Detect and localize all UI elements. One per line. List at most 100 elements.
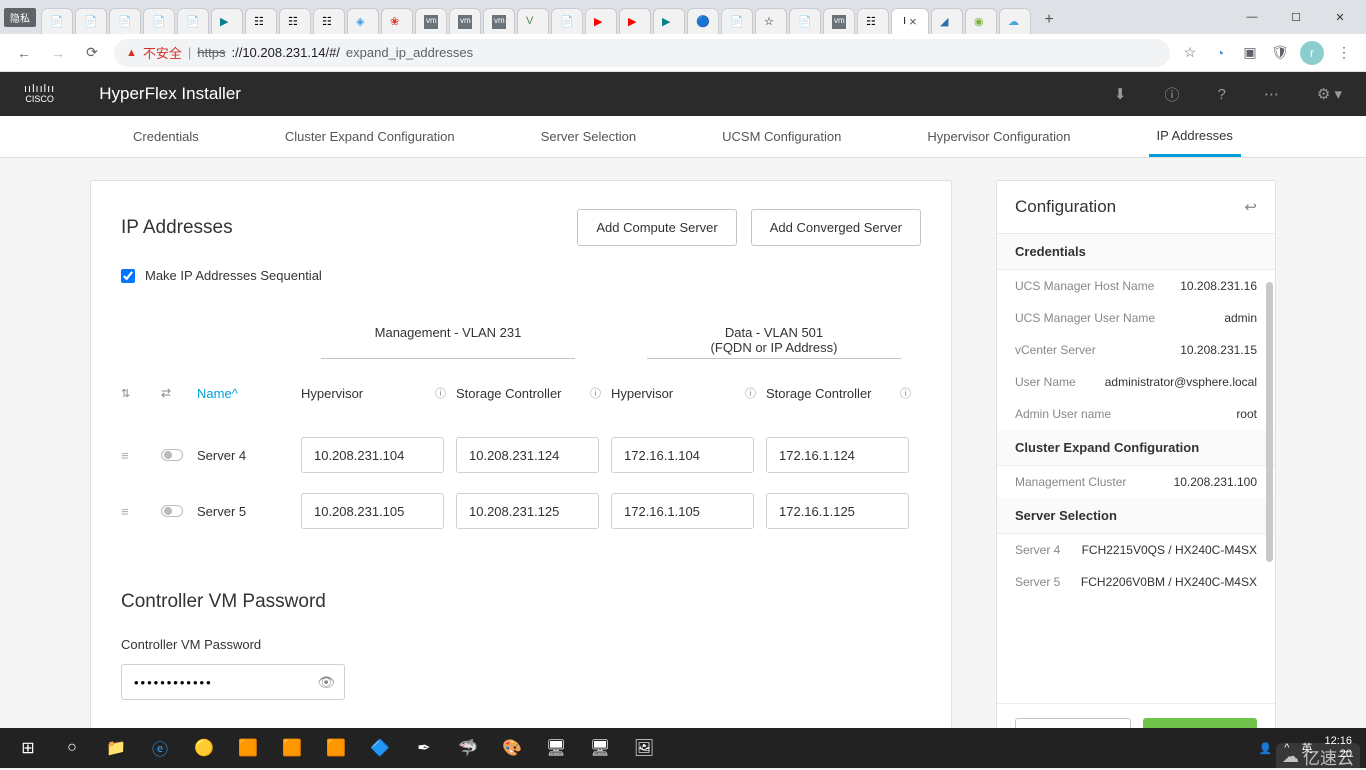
sequential-checkbox-row[interactable]: Make IP Addresses Sequential (121, 268, 921, 283)
tab[interactable]: vm (415, 8, 447, 34)
data-sc-input[interactable] (766, 437, 909, 473)
sort-icon[interactable]: ⇅ (121, 387, 161, 400)
mgmt-hv-input[interactable] (301, 437, 444, 473)
wizard-tab-credentials[interactable]: Credentials (125, 118, 207, 155)
extension-icon[interactable]: ◔ (1210, 43, 1230, 63)
config-collapse-icon[interactable]: ↩ (1244, 198, 1257, 216)
extension-icon[interactable]: ▣ (1240, 43, 1260, 63)
app-icon[interactable]: 🖥 (578, 728, 622, 768)
tab[interactable]: V (517, 8, 549, 34)
app-icon[interactable]: 🖥 (534, 728, 578, 768)
scrollbar[interactable] (1266, 282, 1273, 562)
paint-icon[interactable]: 🎨 (490, 728, 534, 768)
wizard-tab-cluster-expand[interactable]: Cluster Expand Configuration (277, 118, 463, 155)
tab[interactable]: ▶ (653, 8, 685, 34)
drag-handle-icon[interactable]: ≡ (121, 448, 161, 463)
url-input[interactable]: ▲ 不安全 | https://10.208.231.14/#/expand_i… (114, 39, 1170, 67)
minimize-button[interactable]: — (1230, 2, 1274, 32)
wizard-tab-ucsm[interactable]: UCSM Configuration (714, 118, 849, 155)
ie-icon[interactable]: ⓔ (138, 728, 182, 768)
drag-handle-icon[interactable]: ≡ (121, 504, 161, 519)
back-button[interactable]: ← (12, 41, 36, 65)
profile-button[interactable]: r (1300, 41, 1324, 65)
wizard-tab-ip-addresses[interactable]: IP Addresses (1149, 117, 1241, 157)
app-icon[interactable]: 🟧 (226, 728, 270, 768)
mgmt-hv-input[interactable] (301, 493, 444, 529)
tab[interactable]: 🔵 (687, 8, 719, 34)
tab[interactable]: ☷ (245, 8, 277, 34)
data-hv-input[interactable] (611, 493, 754, 529)
wizard-tab-server-selection[interactable]: Server Selection (533, 118, 644, 155)
help-icon[interactable]: ? (1218, 86, 1226, 103)
info-icon[interactable]: ⓘ (1164, 84, 1179, 105)
tab[interactable]: 📄 (41, 8, 73, 34)
controller-vm-password-input[interactable] (121, 664, 345, 700)
tab[interactable]: 📄 (143, 8, 175, 34)
name-header[interactable]: Name^ (197, 386, 301, 401)
sequential-checkbox[interactable] (121, 269, 135, 283)
tab[interactable]: ❀ (381, 8, 413, 34)
chrome-icon[interactable]: 🟡 (182, 728, 226, 768)
add-converged-button[interactable]: Add Converged Server (751, 209, 921, 246)
tab[interactable]: 📄 (789, 8, 821, 34)
row-toggle[interactable] (161, 505, 183, 517)
app-icon[interactable]: 🟧 (314, 728, 358, 768)
tab[interactable]: 📄 (551, 8, 583, 34)
config-row: Management Cluster10.208.231.100 (997, 466, 1275, 498)
close-button[interactable]: ✕ (1318, 2, 1362, 32)
maximize-button[interactable]: ☐ (1274, 2, 1318, 32)
image-icon[interactable]: 🖼 (622, 728, 666, 768)
row-toggle[interactable] (161, 449, 183, 461)
info-icon[interactable]: ⓘ (590, 385, 601, 401)
info-icon[interactable]: ⓘ (745, 385, 756, 401)
tab[interactable]: ▶ (585, 8, 617, 34)
file-explorer-icon[interactable]: 📁 (94, 728, 138, 768)
tab[interactable]: ▶ (211, 8, 243, 34)
tab[interactable]: vm (449, 8, 481, 34)
tab[interactable]: ▶ (619, 8, 651, 34)
star-icon[interactable]: ☆ (1180, 43, 1200, 63)
add-compute-button[interactable]: Add Compute Server (577, 209, 736, 246)
tab[interactable]: ☷ (857, 8, 889, 34)
tab[interactable]: 📄 (721, 8, 753, 34)
wireshark-icon[interactable]: 🦈 (446, 728, 490, 768)
app-icon[interactable]: 🔷 (358, 728, 402, 768)
settings-icon[interactable]: ⚙ ▾ (1317, 85, 1342, 103)
tab[interactable]: ☷ (313, 8, 345, 34)
new-tab-button[interactable]: + (1036, 7, 1062, 33)
tab[interactable]: ☷ (279, 8, 311, 34)
tab[interactable]: vm (483, 8, 515, 34)
data-sc-input[interactable] (766, 493, 909, 529)
menu-icon[interactable]: ⋮ (1334, 43, 1354, 63)
tab[interactable]: 📄 (109, 8, 141, 34)
data-hv-input[interactable] (611, 437, 754, 473)
mgmt-sc-input[interactable] (456, 437, 599, 473)
config-row: vCenter Server10.208.231.15 (997, 334, 1275, 366)
tab-active[interactable]: I × (891, 8, 929, 34)
download-icon[interactable]: ⬇ (1114, 85, 1127, 103)
shield-icon[interactable]: 🛡 (1270, 43, 1290, 63)
app-icon[interactable]: 🟧 (270, 728, 314, 768)
cortana-icon[interactable]: ○ (50, 728, 94, 768)
info-icon[interactable]: ⓘ (435, 385, 446, 401)
tab[interactable]: ◢ (931, 8, 963, 34)
info-icon[interactable]: ⓘ (900, 385, 911, 401)
tab[interactable]: ◈ (347, 8, 379, 34)
tab[interactable]: 📄 (177, 8, 209, 34)
wizard-tab-hypervisor[interactable]: Hypervisor Configuration (919, 118, 1078, 155)
forward-button[interactable]: → (46, 41, 70, 65)
mgmt-sc-input[interactable] (456, 493, 599, 529)
tab[interactable]: 📄 (75, 8, 107, 34)
tab[interactable]: ☆ (755, 8, 787, 34)
eye-icon[interactable]: 👁 (317, 674, 335, 691)
tab[interactable]: ☁ (999, 8, 1031, 34)
app-icon[interactable]: ✒ (402, 728, 446, 768)
reload-button[interactable]: ⟳ (80, 41, 104, 65)
people-icon[interactable]: 👤 (1259, 742, 1273, 755)
start-button[interactable]: ⊞ (6, 728, 50, 768)
swap-icon[interactable]: ⇄ (161, 386, 197, 400)
chat-icon[interactable]: ⋯ (1264, 85, 1279, 103)
tab[interactable]: vm (823, 8, 855, 34)
tab[interactable]: ◉ (965, 8, 997, 34)
tab-close-icon[interactable]: × (909, 14, 917, 29)
